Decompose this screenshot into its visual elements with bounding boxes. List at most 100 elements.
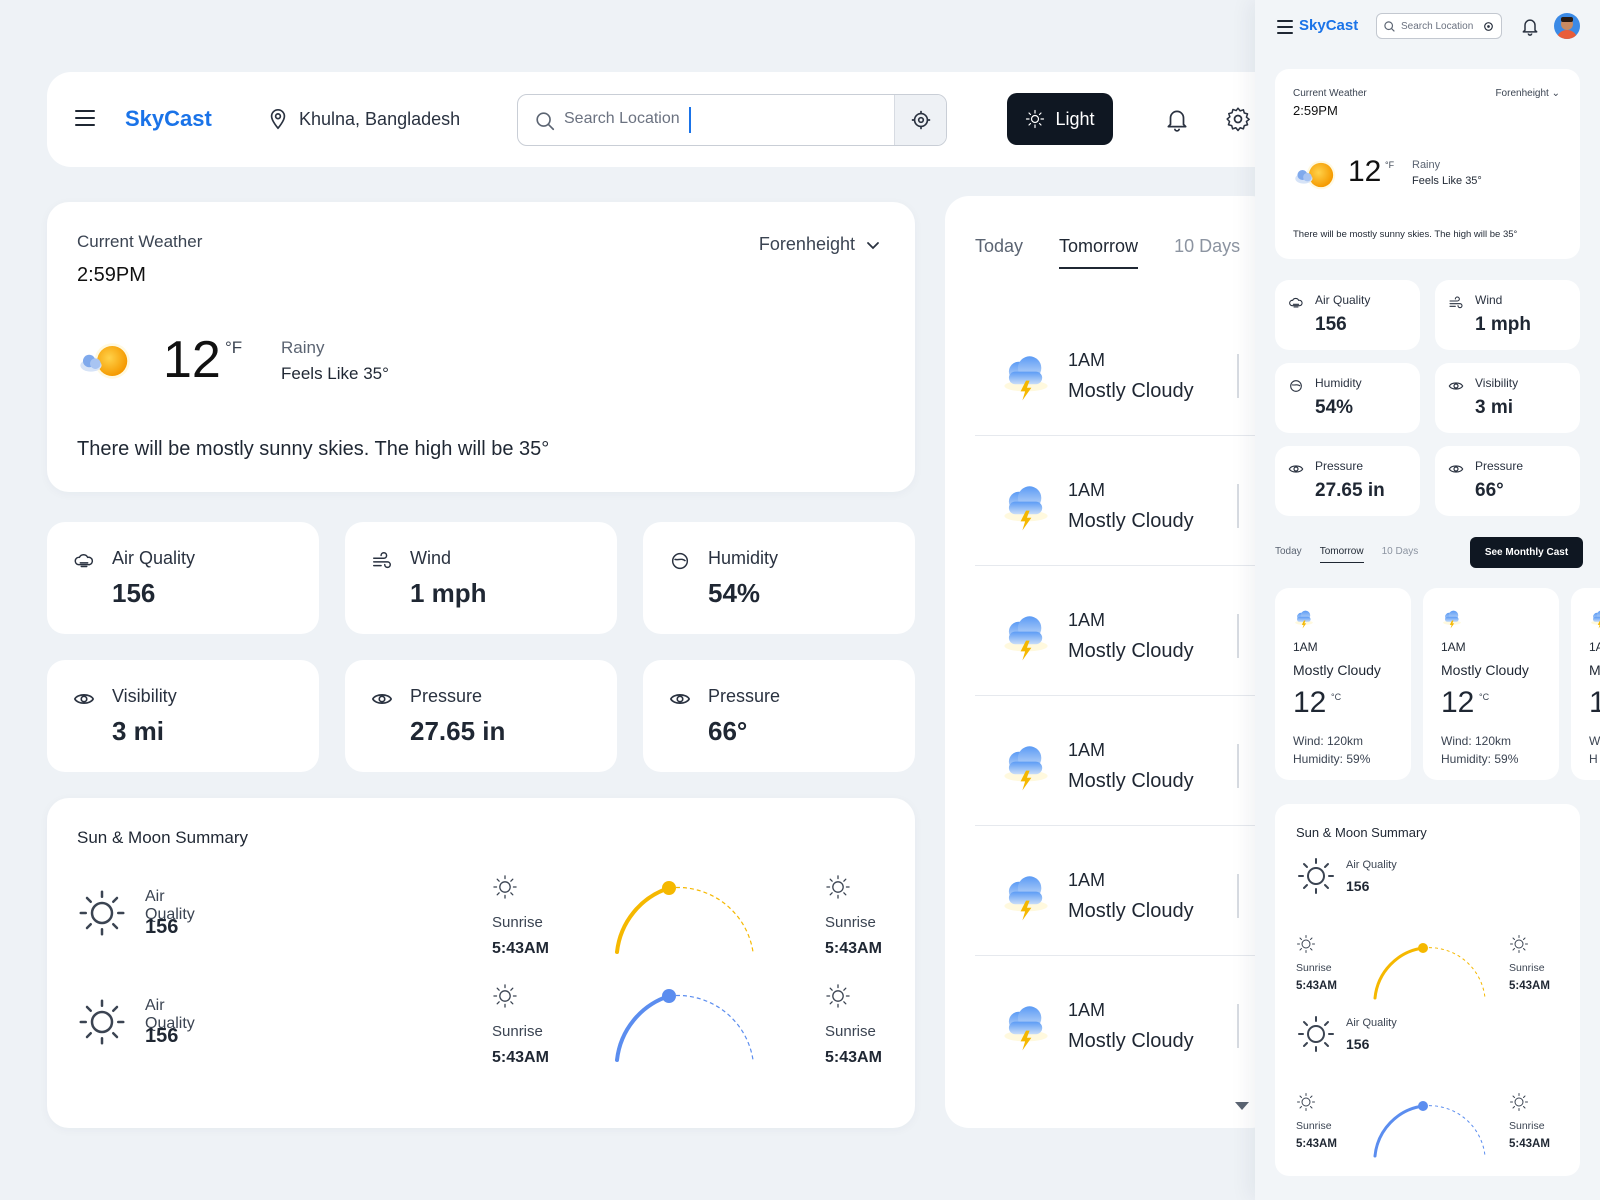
- moon-arc-graph: [615, 989, 754, 1062]
- tab-10-days[interactable]: 10 Days: [1174, 236, 1240, 269]
- forecast-row[interactable]: 1AM Mostly Cloudy: [975, 436, 1275, 566]
- search-box[interactable]: Search Location: [517, 94, 947, 146]
- bell-icon[interactable]: [1164, 106, 1190, 132]
- sun-summary-item: Air Quality 156: [1296, 856, 1436, 916]
- forecast-wind: W: [1589, 734, 1600, 748]
- condition-text: Rainy: [1412, 159, 1441, 171]
- unit-selected: Forenheight: [1495, 88, 1549, 99]
- moon-arc-graph: [1373, 1101, 1486, 1158]
- unit-dropdown[interactable]: Forenheight ⌄: [1495, 88, 1560, 99]
- forecast-time: 1AM: [1293, 640, 1318, 654]
- sun-summary-item: Air Quality 156: [47, 868, 217, 958]
- sun-moon-title: Sun & Moon Summary: [1296, 825, 1427, 840]
- sun-icon: [1296, 934, 1316, 954]
- tab-today[interactable]: Today: [1275, 546, 1302, 563]
- forecast-row[interactable]: 1AM Mostly Cloudy: [975, 566, 1275, 696]
- forecast-card[interactable]: 1AM Mostly Cloudy 12 °C Wind: 120km Humi…: [1423, 588, 1559, 780]
- location-pin-icon: [270, 109, 286, 130]
- metric-value: 66°: [708, 716, 748, 746]
- sunrise-label: Sunrise: [1296, 962, 1332, 974]
- forecast-temp-unit: °C: [1479, 692, 1490, 702]
- search-box[interactable]: Search Location: [1376, 13, 1502, 39]
- sun-icon: [1296, 856, 1336, 896]
- divider: [1237, 614, 1239, 658]
- tab-10-days[interactable]: 10 Days: [1382, 546, 1419, 563]
- forecast-card[interactable]: 1A M 1 W H: [1571, 588, 1600, 780]
- unit-dropdown[interactable]: Forenheight: [759, 234, 881, 255]
- sunrise-info: Sunrise 5:43AM: [492, 874, 592, 974]
- forecast-condition: Mostly Cloudy: [1068, 510, 1194, 532]
- theme-toggle-button[interactable]: Light: [1007, 93, 1113, 145]
- sun-moon-title: Sun & Moon Summary: [77, 828, 249, 847]
- divider: [1237, 744, 1239, 788]
- humidity-icon: [669, 550, 691, 572]
- sunrise-label: Sunrise: [825, 914, 876, 931]
- sun-cloud-icon: [75, 338, 137, 384]
- sun-icon: [1026, 109, 1045, 129]
- sun-item-value: 156: [145, 1025, 179, 1047]
- sunrise-label: Sunrise: [1509, 1120, 1545, 1132]
- locate-me-button[interactable]: [894, 95, 946, 145]
- temperature-value: 12: [1348, 155, 1382, 188]
- forecast-condition: Mostly Cloudy: [1068, 380, 1194, 402]
- brand-logo[interactable]: SkyCast: [125, 106, 212, 132]
- forecast-row[interactable]: 1AM Mostly Cloudy: [975, 696, 1275, 826]
- tab-tomorrow[interactable]: Tomorrow: [1319, 546, 1364, 563]
- sun-icon: [1509, 934, 1529, 954]
- metric-label: Humidity: [1315, 376, 1362, 390]
- metric-value: 54%: [708, 578, 761, 608]
- location-display[interactable]: Khulna, Bangladesh: [267, 108, 460, 130]
- eye-icon: [1448, 378, 1464, 394]
- bell-icon[interactable]: [1520, 16, 1540, 36]
- sun-icon: [1296, 1092, 1316, 1112]
- avatar[interactable]: [1554, 13, 1580, 39]
- forecast-time: 1AM: [1068, 610, 1106, 630]
- weather-description: There will be mostly sunny skies. The hi…: [77, 438, 550, 460]
- sunrise-info: Sunrise 5:43AM: [492, 983, 592, 1083]
- search-input[interactable]: Search Location: [1401, 21, 1473, 32]
- sunrise-time: 5:43AM: [1509, 980, 1550, 992]
- sun-position-marker: [662, 881, 676, 895]
- gear-icon[interactable]: [1225, 106, 1251, 132]
- menu-icon[interactable]: [75, 110, 95, 126]
- metric-tile-humidity: Humidity 54%: [1275, 363, 1420, 433]
- crosshair-icon[interactable]: [1482, 20, 1495, 33]
- search-input[interactable]: Search Location: [564, 110, 680, 128]
- metric-tile-pressure-2: Pressure 66°: [643, 660, 915, 772]
- forecast-card[interactable]: 1AM Mostly Cloudy 12 °C Wind: 120km Humi…: [1275, 588, 1411, 780]
- forecast-row[interactable]: 1AM Mostly Cloudy: [975, 826, 1275, 956]
- feels-like-text: Feels Like 35°: [281, 364, 389, 383]
- mobile-preview-panel: SkyCast Search Location Current Weather …: [1255, 0, 1600, 1200]
- metric-tile-pressure: Pressure 27.65 in: [1275, 446, 1420, 516]
- tab-tomorrow[interactable]: Tomorrow: [1059, 236, 1139, 269]
- forecast-time: 1AM: [1441, 640, 1466, 654]
- menu-icon[interactable]: [1277, 20, 1293, 38]
- scroll-down-arrow-icon[interactable]: [1235, 1102, 1249, 1110]
- eye-icon: [371, 688, 393, 710]
- eye-icon: [73, 688, 95, 710]
- metric-label: Visibility: [1475, 376, 1519, 390]
- forecast-row[interactable]: 1AM Mostly Cloudy: [975, 306, 1275, 436]
- sun-arc-graph: [615, 881, 754, 954]
- unit-selected: Forenheight: [758, 234, 855, 254]
- forecast-row[interactable]: 1AM Mostly Cloudy: [975, 956, 1275, 1086]
- sunrise-label: Sunrise: [1509, 962, 1545, 974]
- sun-moon-card: Sun & Moon Summary Air Quality 156 Air Q…: [47, 798, 915, 1128]
- tab-today[interactable]: Today: [975, 236, 1023, 269]
- see-monthly-cast-button[interactable]: See Monthly Cast: [1470, 537, 1583, 568]
- metric-label: Air Quality: [1315, 293, 1371, 307]
- forecast-humidity: Humidity: 59%: [1441, 752, 1519, 766]
- sun-icon: [492, 983, 518, 1009]
- metric-tile-visibility: Visibility 3 mi: [1435, 363, 1580, 433]
- metric-value: 156: [1315, 314, 1347, 335]
- metric-tile-air-quality: Air Quality 156: [47, 522, 319, 634]
- sunrise-time: 5:43AM: [492, 940, 549, 957]
- forecast-time: 1AM: [1068, 1000, 1106, 1020]
- brand-logo[interactable]: SkyCast: [1299, 17, 1358, 34]
- eye-icon: [1288, 461, 1304, 477]
- current-time: 2:59PM: [77, 264, 146, 286]
- forecast-humidity: H: [1589, 752, 1598, 766]
- sunrise-label: Sunrise: [492, 1023, 543, 1040]
- storm-cloud-icon: [999, 740, 1053, 794]
- sun-icon: [77, 888, 127, 938]
